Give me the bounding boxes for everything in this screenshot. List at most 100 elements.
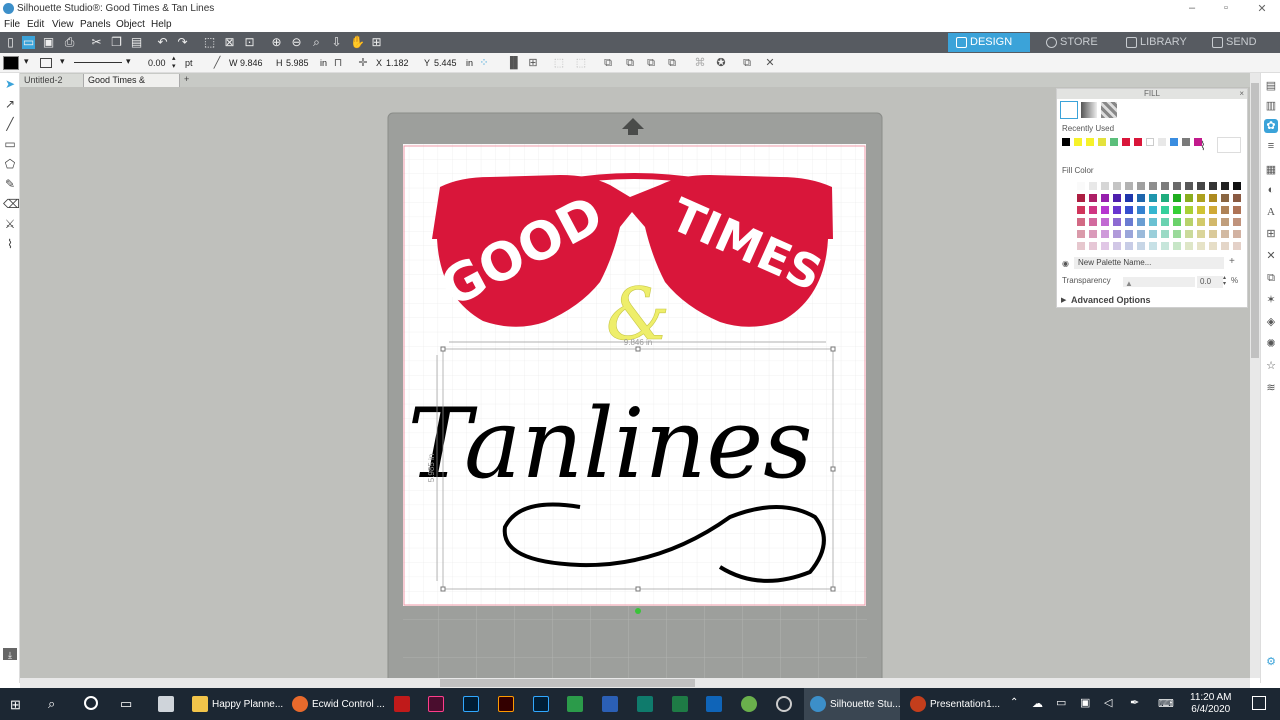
maximize-icon[interactable]: ▫ xyxy=(1216,2,1236,14)
pan-hand-icon[interactable]: ✋ xyxy=(350,36,365,49)
align-icon[interactable]: ▐▌ xyxy=(506,57,522,69)
palette-color-swatch[interactable] xyxy=(1197,206,1205,214)
fill-type-gradient-icon[interactable] xyxy=(1081,102,1097,118)
palette-color-swatch[interactable] xyxy=(1125,182,1133,190)
palette-color-swatch[interactable] xyxy=(1101,242,1109,250)
palette-color-swatch[interactable] xyxy=(1089,194,1097,202)
word-icon[interactable] xyxy=(602,696,618,712)
palette-color-swatch[interactable] xyxy=(1209,206,1217,214)
palette-color-swatch[interactable] xyxy=(1077,194,1085,202)
palette-color-swatch[interactable] xyxy=(1077,218,1085,226)
align-panel-icon[interactable]: ✕ xyxy=(1264,249,1278,263)
palette-color-swatch[interactable] xyxy=(1125,194,1133,202)
transparency-value[interactable]: 0.0 xyxy=(1197,276,1223,288)
select-tool-icon[interactable]: ➤ xyxy=(3,77,17,91)
palette-color-swatch[interactable] xyxy=(1113,206,1121,214)
menu-view[interactable]: View xyxy=(52,19,74,30)
illustrator-icon[interactable] xyxy=(498,696,514,712)
keyboard-icon[interactable]: ⌨ xyxy=(1158,697,1174,710)
bring-forward-icon[interactable]: ⧉ xyxy=(624,57,636,69)
network-icon[interactable]: ▣ xyxy=(1080,696,1090,709)
zoom-in-icon[interactable]: ⊕ xyxy=(270,36,283,49)
cortana-icon[interactable] xyxy=(84,696,98,710)
rectangle-tool-icon[interactable]: ▭ xyxy=(3,137,17,151)
add-tab-icon[interactable]: + xyxy=(184,74,189,84)
line-width-value[interactable]: 0.00 xyxy=(148,58,166,68)
recent-color-swatch[interactable] xyxy=(1134,138,1142,146)
palette-color-swatch[interactable] xyxy=(1101,218,1109,226)
photos-app-icon[interactable] xyxy=(567,696,583,712)
powerpoint-icon[interactable] xyxy=(910,696,926,712)
palette-color-swatch[interactable] xyxy=(1113,182,1121,190)
text-style-icon[interactable]: A xyxy=(1264,205,1278,219)
center-icon[interactable]: ⊞ xyxy=(527,57,539,69)
height-value[interactable]: 5.985 xyxy=(286,58,309,68)
palette-color-swatch[interactable] xyxy=(1161,218,1169,226)
new-document-icon[interactable]: ▯ xyxy=(4,36,17,49)
recent-color-swatch[interactable] xyxy=(1086,138,1094,146)
palette-color-swatch[interactable] xyxy=(1161,206,1169,214)
palette-color-swatch[interactable] xyxy=(1113,218,1121,226)
recent-color-swatch[interactable] xyxy=(1158,138,1166,146)
generic-app-icon[interactable] xyxy=(776,696,792,712)
palette-color-swatch[interactable] xyxy=(1149,206,1157,214)
windows-start-icon[interactable]: ⊞ xyxy=(10,697,21,713)
cut-icon[interactable]: ✂ xyxy=(90,36,103,49)
palette-color-swatch[interactable] xyxy=(1209,218,1217,226)
photoshop-icon[interactable] xyxy=(463,696,479,712)
palette-color-swatch[interactable] xyxy=(1101,182,1109,190)
palette-color-swatch[interactable] xyxy=(1161,242,1169,250)
recent-color-swatch[interactable] xyxy=(1122,138,1130,146)
palette-color-swatch[interactable] xyxy=(1137,218,1145,226)
fill-type-pattern-icon[interactable] xyxy=(1101,102,1117,118)
eyedropper-tool-icon[interactable]: ⌇ xyxy=(3,237,17,251)
pen-icon[interactable]: ✒ xyxy=(1130,696,1139,709)
copy-icon[interactable]: ❐ xyxy=(110,36,123,49)
fit-to-page-icon[interactable]: ⊞ xyxy=(370,36,383,49)
indesign-icon[interactable] xyxy=(428,696,444,712)
palette-color-swatch[interactable] xyxy=(1161,182,1169,190)
palette-color-swatch[interactable] xyxy=(1173,242,1181,250)
publisher-icon[interactable] xyxy=(637,696,653,712)
show-hidden-icons-icon[interactable]: ⌃ xyxy=(1010,697,1018,708)
trace-icon[interactable]: ✺ xyxy=(1264,337,1278,351)
palette-color-swatch[interactable] xyxy=(1221,218,1229,226)
palette-color-swatch[interactable] xyxy=(1221,230,1229,238)
replicate-icon[interactable]: ⧉ xyxy=(741,57,753,69)
palette-color-swatch[interactable] xyxy=(1101,230,1109,238)
recent-color-swatch[interactable] xyxy=(1146,138,1154,146)
eyedropper-icon[interactable]: ⌇ xyxy=(1200,139,1206,153)
recent-color-swatch[interactable] xyxy=(1110,138,1118,146)
palette-color-swatch[interactable] xyxy=(1185,218,1193,226)
palette-color-swatch[interactable] xyxy=(1149,218,1157,226)
palette-color-swatch[interactable] xyxy=(1209,194,1217,202)
edit-points-icon[interactable]: ↗ xyxy=(3,97,17,111)
line-style-icon[interactable]: ≡ xyxy=(1264,139,1278,153)
palette-color-swatch[interactable] xyxy=(1125,218,1133,226)
palette-color-swatch[interactable] xyxy=(1221,194,1229,202)
recent-color-swatch[interactable] xyxy=(1062,138,1070,146)
palette-color-swatch[interactable] xyxy=(1233,218,1241,226)
send-backward-icon[interactable]: ⧉ xyxy=(645,57,657,69)
polygon-tool-icon[interactable]: ⬠ xyxy=(3,157,17,171)
minimize-icon[interactable]: – xyxy=(1182,2,1202,14)
replicate-panel-icon[interactable]: ⧉ xyxy=(1264,271,1278,285)
menu-edit[interactable]: Edit xyxy=(27,19,44,30)
weld-icon[interactable]: ⌘ xyxy=(694,57,706,69)
palette-color-swatch[interactable] xyxy=(1221,206,1229,214)
recent-color-swatch[interactable] xyxy=(1182,138,1190,146)
palette-color-swatch[interactable] xyxy=(1149,182,1157,190)
menu-help[interactable]: Help xyxy=(151,19,172,30)
calculator-icon[interactable] xyxy=(158,696,174,712)
delete-icon[interactable]: ✕ xyxy=(764,57,776,69)
star-shape-icon[interactable]: ✪ xyxy=(715,57,727,69)
palette-color-swatch[interactable] xyxy=(1197,230,1205,238)
recent-color-swatch[interactable] xyxy=(1074,138,1082,146)
search-icon[interactable]: ⌕ xyxy=(48,696,55,712)
group-icon[interactable]: ⬚ xyxy=(553,57,565,69)
palette-color-swatch[interactable] xyxy=(1173,218,1181,226)
expand-icon[interactable]: ▶ xyxy=(1061,296,1066,304)
menu-object[interactable]: Object xyxy=(116,19,145,30)
fill-panel-icon[interactable]: ✿ xyxy=(1264,119,1278,133)
task-view-icon[interactable]: ▭ xyxy=(120,696,132,712)
